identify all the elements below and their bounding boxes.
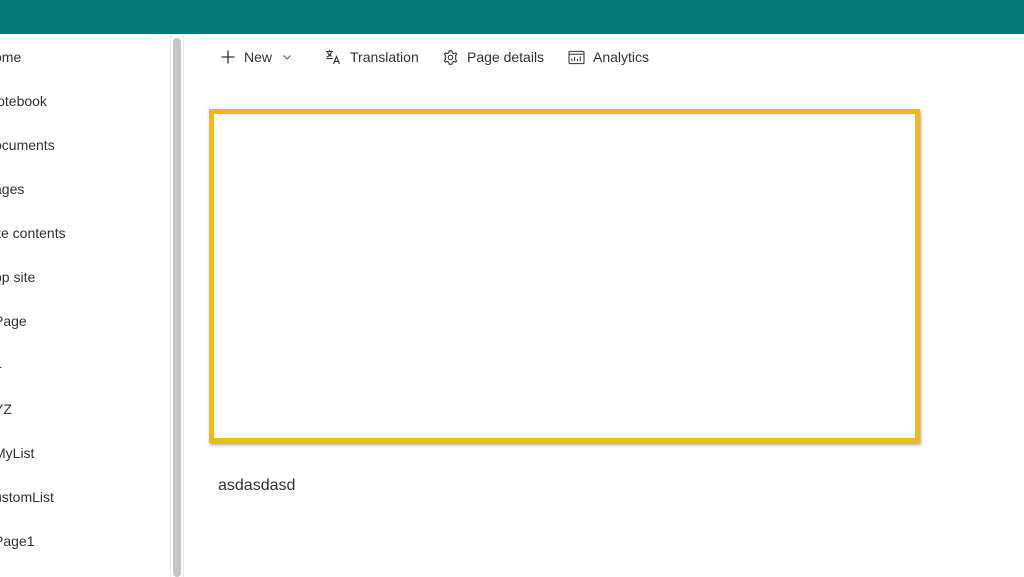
nav-scrollbar[interactable] — [173, 38, 181, 577]
translation-button-label: Translation — [350, 49, 419, 65]
new-button-label: New — [244, 49, 273, 65]
analytics-button[interactable]: Analytics — [568, 46, 649, 68]
highlighted-webpart-placeholder[interactable] — [209, 109, 920, 443]
nav-item-page[interactable]: Page — [0, 310, 27, 332]
content-divider — [183, 34, 184, 577]
nav-item-home[interactable]: ome — [0, 46, 21, 68]
nav-item-page1[interactable]: Page1 — [0, 530, 34, 552]
nav-item-documents[interactable]: ocuments — [0, 134, 55, 156]
page-body-text: asdasdasd — [218, 477, 296, 494]
nav-item-xyz[interactable]: YZ — [0, 398, 12, 420]
nav-item-notebook[interactable]: lotebook — [0, 90, 47, 112]
translation-button[interactable]: Translation — [324, 46, 419, 68]
page-details-button-label: Page details — [467, 49, 545, 65]
site-navigation: ome lotebook ocuments ages ite contents … — [0, 34, 170, 577]
command-bar: New Translation Page details Analytics — [184, 34, 1024, 80]
analytics-button-label: Analytics — [593, 49, 650, 65]
nav-item-4[interactable]: 4 — [0, 354, 2, 376]
nav-item-site-contents[interactable]: ite contents — [0, 222, 66, 244]
new-button[interactable]: New — [220, 46, 292, 68]
plus-icon — [220, 49, 236, 65]
page-details-button[interactable]: Page details — [442, 46, 544, 68]
chevron-down-icon — [282, 52, 292, 62]
nav-item-mylist[interactable]: MyList — [0, 442, 34, 464]
nav-divider — [170, 34, 171, 577]
gear-icon — [442, 49, 459, 66]
nav-item-top-site[interactable]: op site — [0, 266, 35, 288]
analytics-icon — [568, 50, 585, 65]
suite-header-bar — [0, 0, 1024, 34]
nav-item-pages[interactable]: ages — [0, 178, 24, 200]
nav-item-customlist[interactable]: ustomList — [0, 486, 54, 508]
translate-icon — [324, 48, 342, 66]
